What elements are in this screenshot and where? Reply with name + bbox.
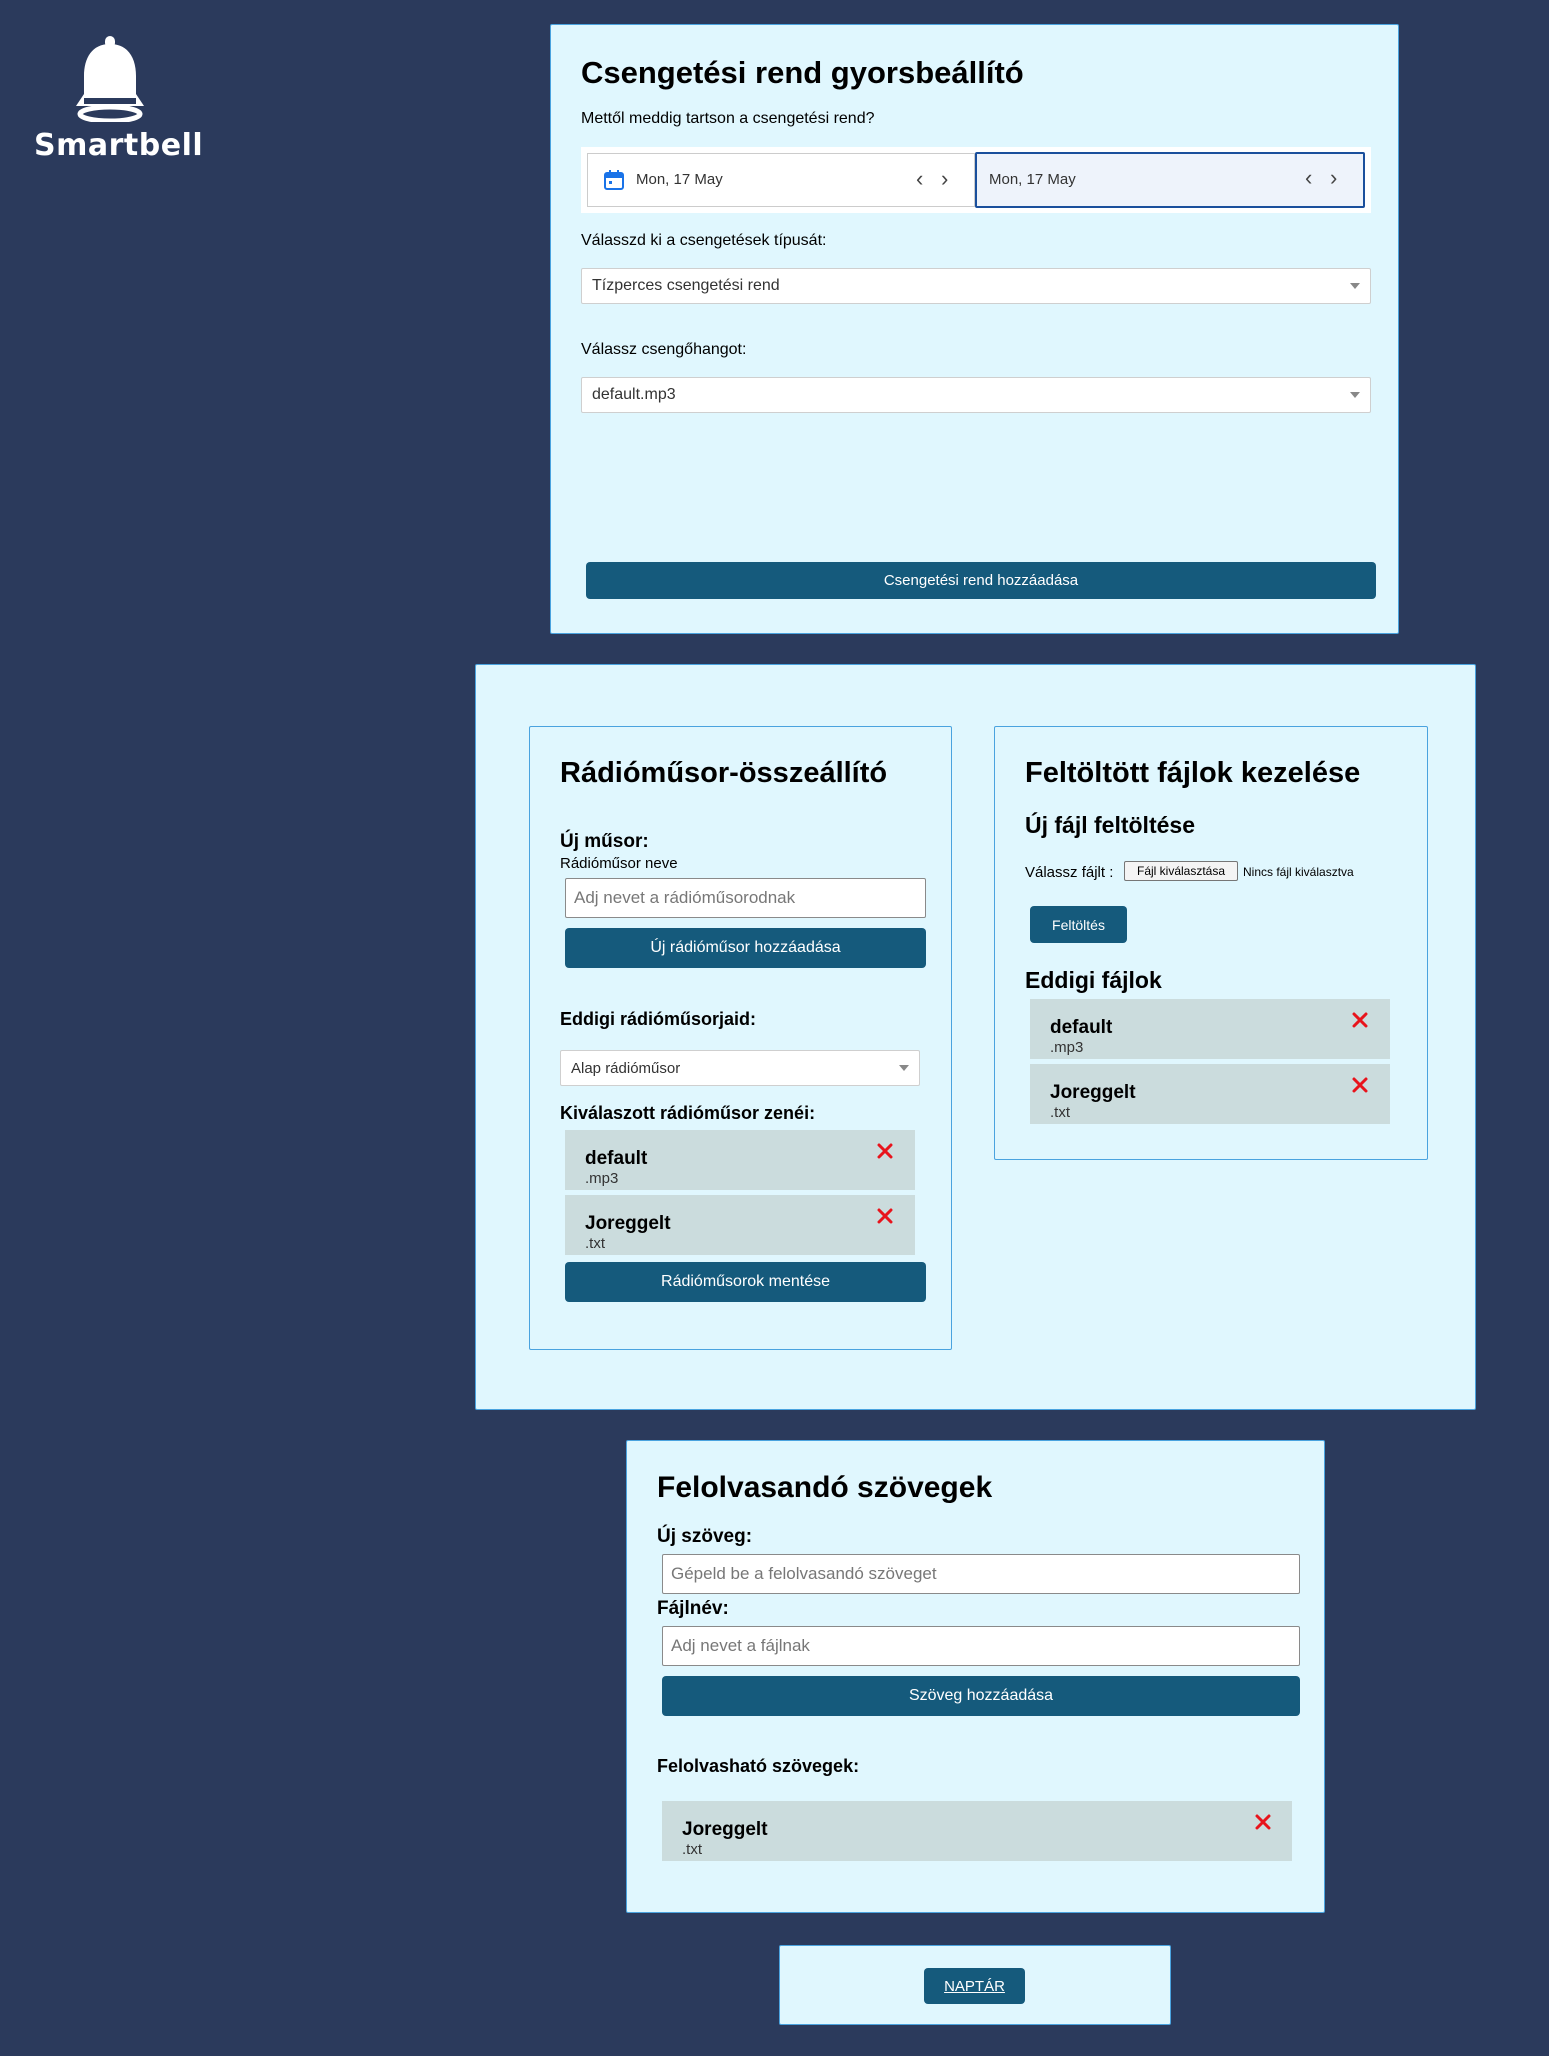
add-program-button[interactable]: Új rádióműsor hozzáadása [565,928,926,968]
radio-builder-title: Rádióműsor-összeállító [560,757,888,789]
choose-file-button[interactable]: Fájl kiválasztása [1124,861,1238,881]
chevron-right-icon[interactable]: › [1330,165,1337,191]
bell-schedule-panel: Csengetési rend gyorsbeállító Mettől med… [550,24,1399,634]
chevron-down-icon [1350,392,1360,398]
page-title: Csengetési rend gyorsbeállító [581,55,1024,90]
program-name-label: Rádióműsor neve [560,855,678,872]
list-item: Joreggelt .txt [565,1195,915,1255]
filename-input[interactable] [662,1626,1300,1666]
existing-programs-label: Eddigi rádióműsorjaid: [560,1009,757,1029]
chevron-down-icon [1350,283,1360,289]
new-text-label: Új szöveg: [657,1526,753,1547]
program-select[interactable]: Alap rádióműsor [560,1050,920,1086]
file-ext: .txt [1050,1104,1071,1121]
chevron-left-icon[interactable]: ‹ [1305,165,1312,191]
no-file-text: Nincs fájl kiválasztva [1243,865,1354,879]
file-name: Joreggelt [1050,1082,1136,1103]
list-item: default .mp3 [565,1130,915,1190]
list-item: default .mp3 [1030,999,1390,1059]
texts-panel: Felolvasandó szövegek Új szöveg: Fájlnév… [626,1440,1325,1913]
text-name: Joreggelt [682,1819,768,1840]
readable-texts-label: Felolvasható szövegek: [657,1756,860,1776]
range-question: Mettől meddig tartson a csengetési rend? [581,110,875,127]
bell-type-select[interactable]: Tízperces csengetési rend [581,268,1371,304]
delete-icon[interactable] [1351,1011,1369,1029]
type-question: Válasszd ki a csengetések típusát: [581,232,827,249]
logo[interactable]: Smartbell [30,36,203,166]
files-card: Feltöltött fájlok kezelése Új fájl feltö… [994,726,1428,1160]
upload-button[interactable]: Feltöltés [1030,906,1127,943]
delete-icon[interactable] [1254,1813,1272,1831]
save-programs-button[interactable]: Rádióműsorok mentése [565,1262,926,1302]
files-title: Feltöltött fájlok kezelése [1025,757,1361,789]
date-to-field[interactable]: Mon, 17 May ‹ › [975,152,1365,208]
chevron-right-icon[interactable]: › [941,166,948,192]
list-item: Joreggelt .txt [662,1801,1292,1861]
chevron-down-icon [899,1065,909,1071]
add-bell-schedule-button[interactable]: Csengetési rend hozzáadása [586,562,1376,599]
song-ext: .mp3 [585,1170,619,1187]
program-songs-label: Kiválaszott rádióműsor zenéi: [560,1103,816,1123]
chevron-left-icon[interactable]: ‹ [916,166,923,192]
text-input[interactable] [662,1554,1300,1594]
filename-label: Fájlnév: [657,1598,729,1619]
ringtone-value: default.mp3 [592,386,676,403]
sound-question: Válassz csengőhangot: [581,341,747,358]
delete-icon[interactable] [876,1142,894,1160]
file-ext: .mp3 [1050,1039,1084,1056]
bell-icon [76,36,144,122]
date-from-field[interactable]: Mon, 17 May ‹ › [587,153,975,207]
logo-text: Smartbell [34,128,204,163]
radio-builder-card: Rádióműsor-összeállító Új műsor: Rádiómű… [529,726,952,1350]
program-select-value: Alap rádióműsor [571,1059,681,1077]
calendar-panel: NAPTÁR [779,1945,1171,2025]
add-text-button[interactable]: Szöveg hozzáadása [662,1676,1300,1716]
program-name-input[interactable] [565,878,926,918]
calendar-icon [604,170,624,190]
delete-icon[interactable] [1351,1076,1369,1094]
media-panel: Rádióműsor-összeállító Új műsor: Rádiómű… [475,664,1476,1410]
date-from-value: Mon, 17 May [636,171,723,188]
calendar-button[interactable]: NAPTÁR [924,1968,1025,2004]
new-program-label: Új műsor: [560,831,649,852]
choose-file-label: Válassz fájlt : [1025,864,1114,881]
delete-icon[interactable] [876,1207,894,1225]
bell-type-value: Tízperces csengetési rend [592,277,780,294]
song-name: default [585,1148,648,1169]
date-to-value: Mon, 17 May [989,171,1076,188]
text-ext: .txt [682,1841,703,1858]
song-name: Joreggelt [585,1213,671,1234]
texts-title: Felolvasandó szövegek [657,1471,993,1504]
list-item: Joreggelt .txt [1030,1064,1390,1124]
song-ext: .txt [585,1235,606,1252]
file-list-title: Eddigi fájlok [1025,967,1162,993]
upload-title: Új fájl feltöltése [1025,812,1195,838]
date-range-picker: Mon, 17 May ‹ › Mon, 17 May ‹ › [581,147,1371,213]
ringtone-select[interactable]: default.mp3 [581,377,1371,413]
file-name: default [1050,1017,1113,1038]
